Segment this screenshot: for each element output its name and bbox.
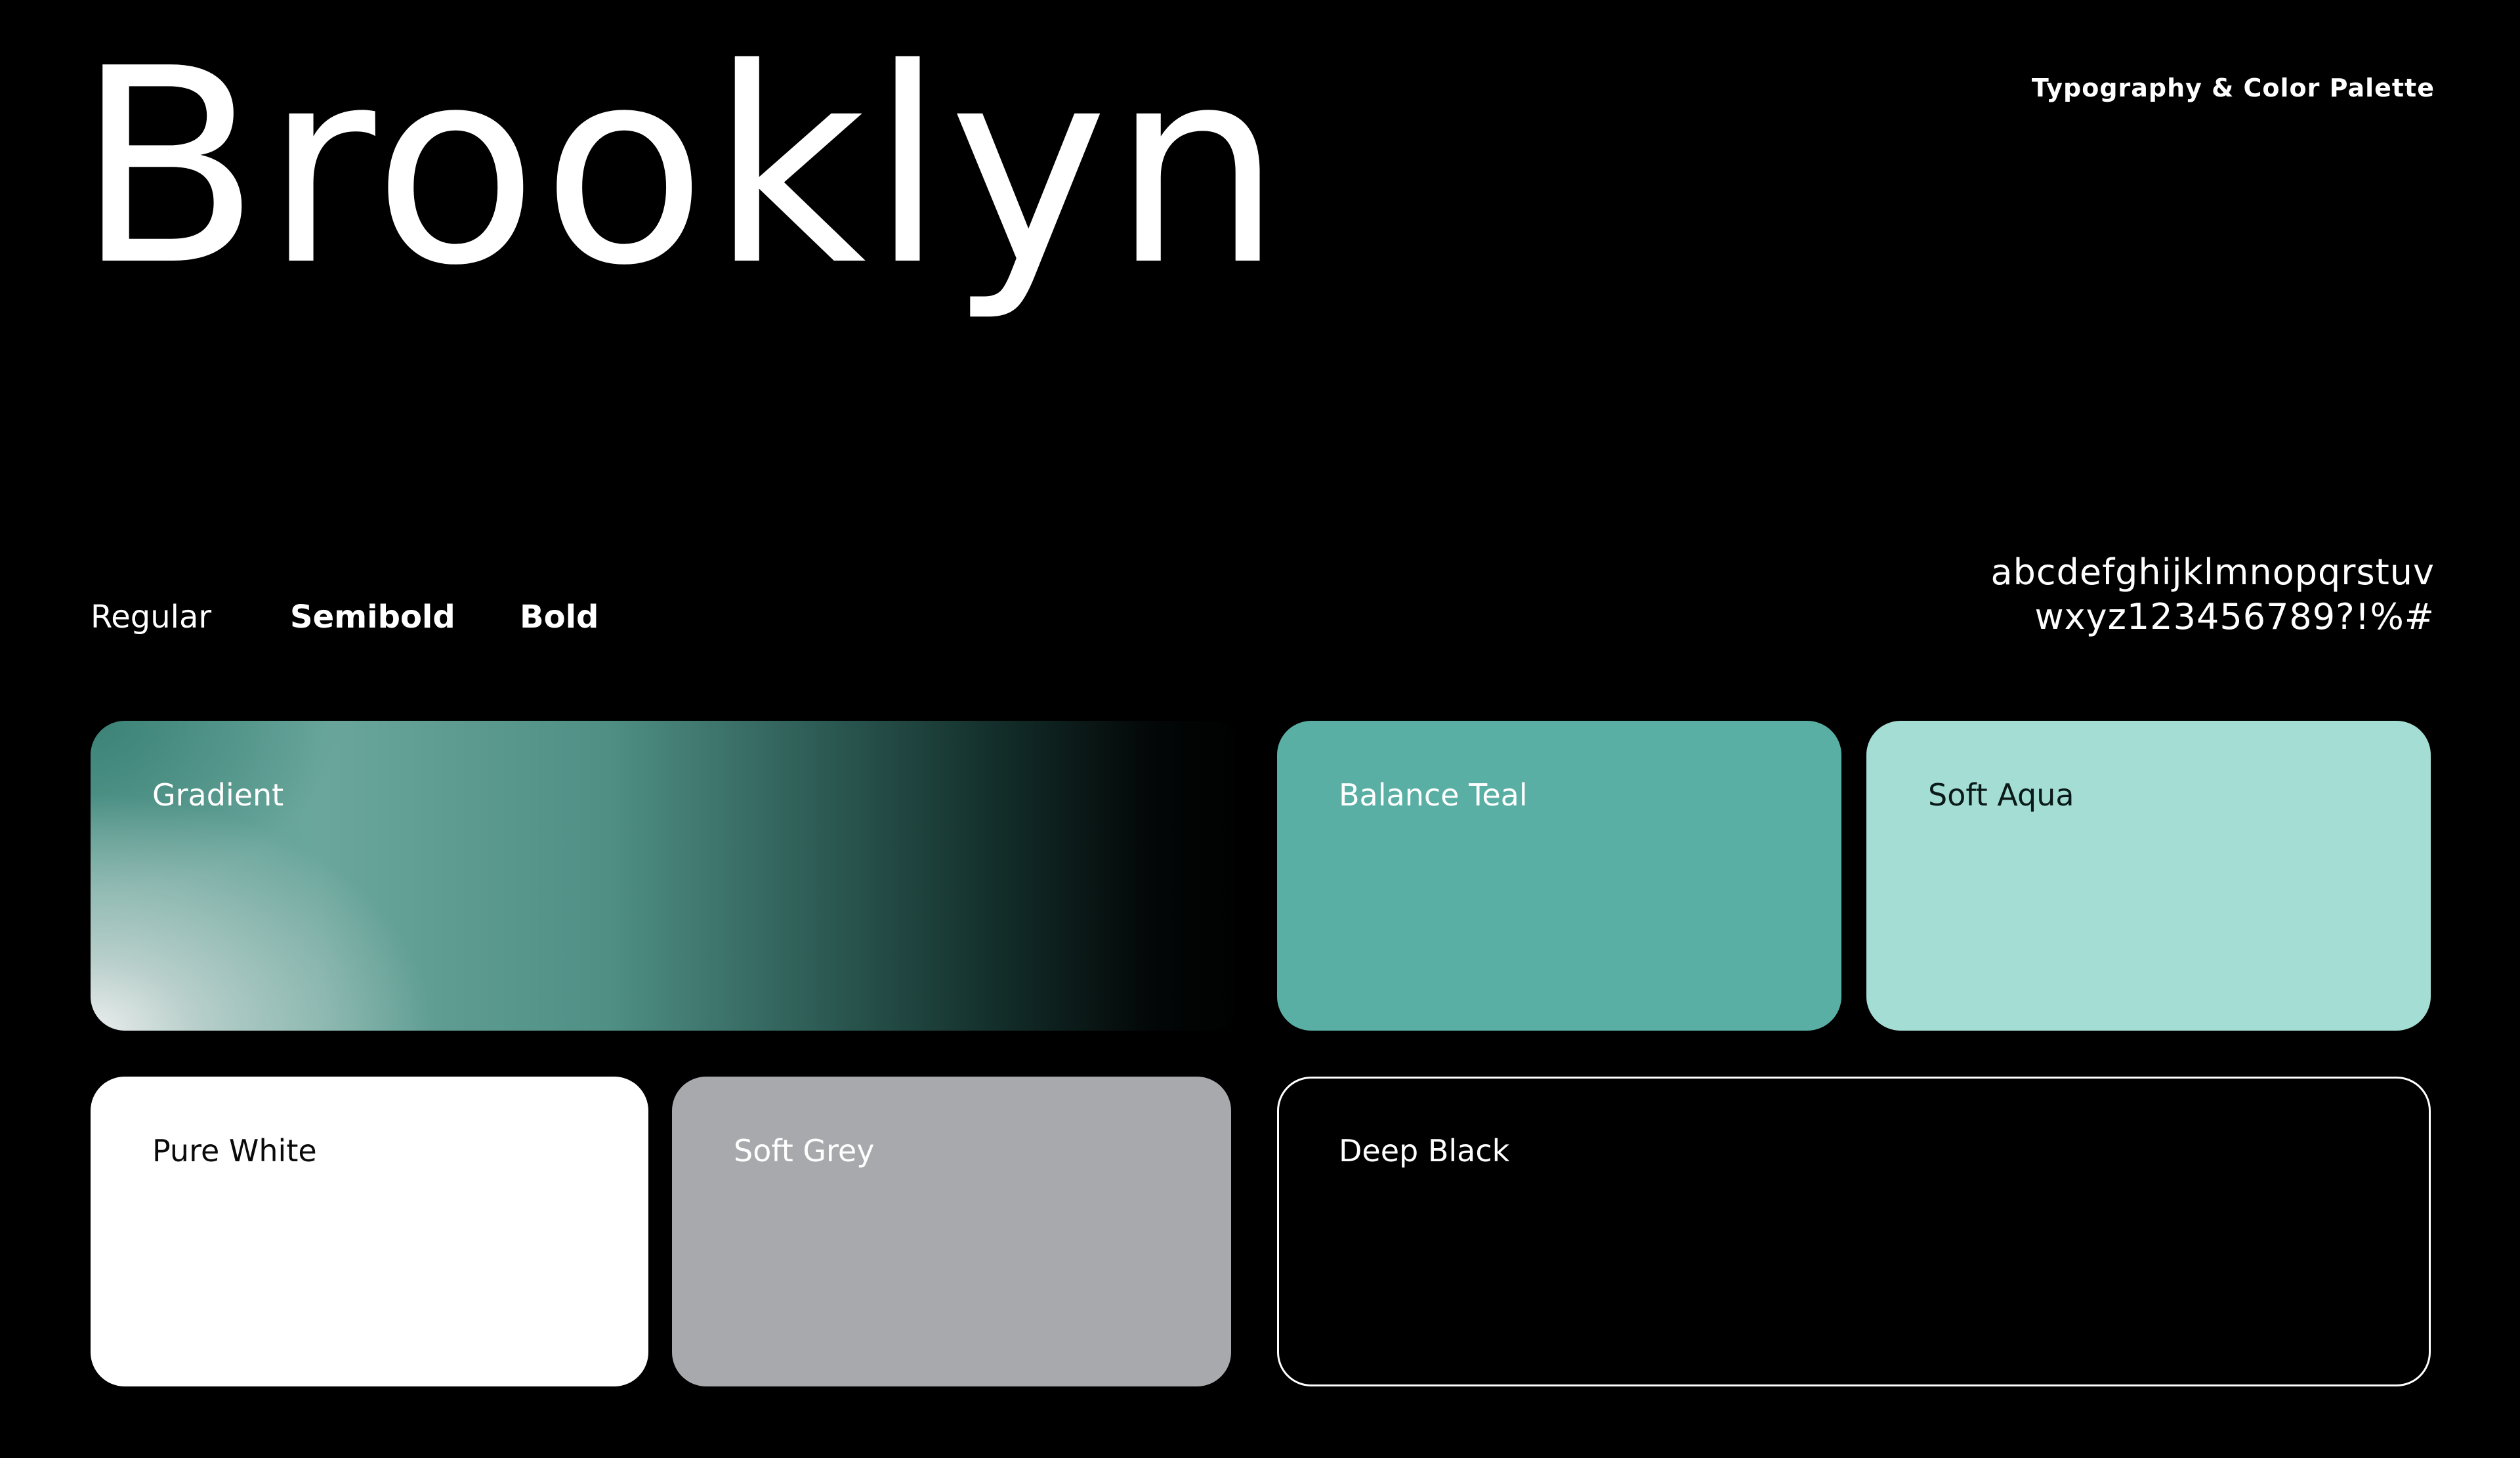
swatch-label-gradient: Gradient: [152, 777, 284, 813]
swatch-gradient: Gradient: [91, 721, 1243, 1031]
weight-bold: Bold: [520, 599, 599, 635]
glyph-line-1: abcdefghijklmnopqrstuv: [1990, 551, 2435, 593]
swatch-label-deep-black: Deep Black: [1339, 1133, 1510, 1169]
font-weights: Regular Semibold Bold: [91, 599, 598, 635]
swatch-label-soft-aqua: Soft Aqua: [1928, 777, 2074, 813]
weight-regular: Regular: [91, 599, 212, 635]
weight-semibold: Semibold: [290, 599, 455, 635]
swatch-balance-teal: Balance Teal: [1277, 721, 1841, 1031]
swatch-pure-white: Pure White: [91, 1077, 648, 1386]
brand-title: Brooklyn: [76, 11, 1287, 324]
glyph-sample: abcdefghijklmnopqrstuv wxyz123456789?!%#: [1991, 550, 2435, 639]
swatch-deep-black: Deep Black: [1277, 1077, 2431, 1386]
page-subtitle: Typography & Color Palette: [2031, 74, 2435, 102]
glyph-line-2: wxyz123456789?!%#: [2034, 596, 2435, 637]
swatch-label-soft-grey: Soft Grey: [734, 1133, 875, 1169]
swatch-soft-grey: Soft Grey: [672, 1077, 1231, 1386]
swatch-label-balance-teal: Balance Teal: [1339, 777, 1528, 813]
swatch-soft-aqua: Soft Aqua: [1866, 721, 2431, 1031]
swatch-label-pure-white: Pure White: [152, 1133, 317, 1169]
